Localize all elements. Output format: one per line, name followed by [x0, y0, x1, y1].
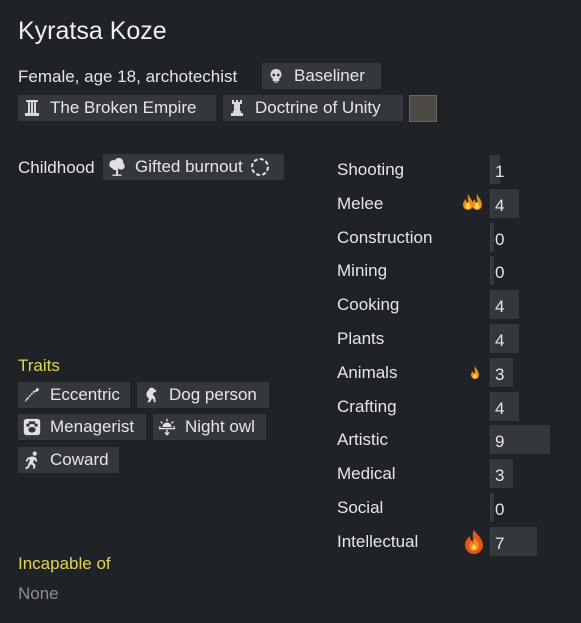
faction-label: The Broken Empire — [50, 98, 197, 117]
skill-name-crafting: Crafting — [337, 397, 397, 416]
skill-level-mining: 0 — [495, 263, 505, 282]
passion-burning-flame-icon — [460, 528, 488, 561]
ideology-color-swatch[interactable] — [409, 95, 437, 122]
skill-level-melee: 4 — [495, 196, 505, 215]
screw-icon — [22, 385, 42, 405]
ideology-label: Doctrine of Unity — [255, 98, 381, 117]
skill-name-animals: Animals — [337, 363, 398, 382]
faction-tag[interactable]: The Broken Empire — [18, 95, 216, 121]
pawn-name: Kyratsa Koze — [18, 17, 167, 45]
skill-level-intellectual: 7 — [495, 534, 505, 553]
skill-level-animals: 3 — [495, 365, 505, 384]
dog-icon — [141, 385, 161, 405]
trait-label: Eccentric — [50, 385, 120, 404]
skill-level-crafting: 4 — [495, 399, 505, 418]
childhood-backstory-label: Gifted burnout — [135, 157, 243, 176]
incapable-heading: Incapable of — [18, 554, 111, 573]
skill-name-social: Social — [337, 498, 384, 517]
pillar-icon — [22, 98, 42, 118]
skill-level-social: 0 — [495, 500, 505, 519]
skill-level-shooting: 1 — [495, 162, 505, 181]
childhood-backstory-tag[interactable]: Gifted burnout — [103, 154, 284, 180]
ideology-tag[interactable]: Doctrine of Unity — [223, 95, 403, 121]
skill-name-cooking: Cooking — [337, 295, 400, 314]
skill-level-cooking: 4 — [495, 297, 505, 316]
trait-eccentric[interactable]: Eccentric — [18, 382, 130, 408]
trait-label: Coward — [50, 450, 109, 469]
skill-name-intellectual: Intellectual — [337, 532, 419, 551]
xenotype-tag[interactable]: Baseliner — [262, 63, 381, 89]
skill-bar-construction[interactable] — [490, 223, 494, 252]
pawn-summary: Female, age 18, archotechist — [18, 67, 238, 86]
passion-minor-flame-icon — [469, 365, 481, 386]
trait-label: Dog person — [169, 385, 257, 404]
skill-name-mining: Mining — [337, 261, 388, 280]
skill-name-artistic: Artistic — [337, 430, 388, 449]
skill-name-medical: Medical — [337, 464, 396, 483]
trait-menagerist[interactable]: Menagerist — [18, 414, 146, 440]
skill-level-plants: 4 — [495, 331, 505, 350]
trait-label: Menagerist — [50, 417, 135, 436]
trait-label: Night owl — [185, 417, 255, 436]
skill-bar-social[interactable] — [490, 493, 494, 522]
running-person-icon — [22, 450, 42, 470]
skill-name-construction: Construction — [337, 228, 433, 247]
trait-coward[interactable]: Coward — [18, 447, 119, 473]
trait-dog-person[interactable]: Dog person — [137, 382, 269, 408]
sunset-icon — [157, 417, 177, 437]
paw-icon — [22, 417, 42, 437]
trait-night-owl[interactable]: Night owl — [153, 414, 266, 440]
skill-name-melee: Melee — [337, 194, 384, 213]
skill-level-construction: 0 — [495, 230, 505, 249]
chess-rook-icon — [227, 98, 247, 118]
skill-bar-mining[interactable] — [490, 256, 494, 285]
incapable-value: None — [18, 584, 59, 603]
skill-name-plants: Plants — [337, 329, 385, 348]
skill-level-medical: 3 — [495, 466, 505, 485]
xenotype-label: Baseliner — [294, 66, 365, 85]
skill-name-shooting: Shooting — [337, 160, 405, 179]
tree-icon — [107, 157, 127, 177]
skull-icon — [266, 66, 286, 86]
passion-major-flame-icon — [461, 191, 485, 220]
traits-heading: Traits — [18, 356, 60, 375]
ring-icon — [249, 156, 271, 178]
skill-level-artistic: 9 — [495, 432, 505, 451]
childhood-label: Childhood — [18, 158, 95, 177]
